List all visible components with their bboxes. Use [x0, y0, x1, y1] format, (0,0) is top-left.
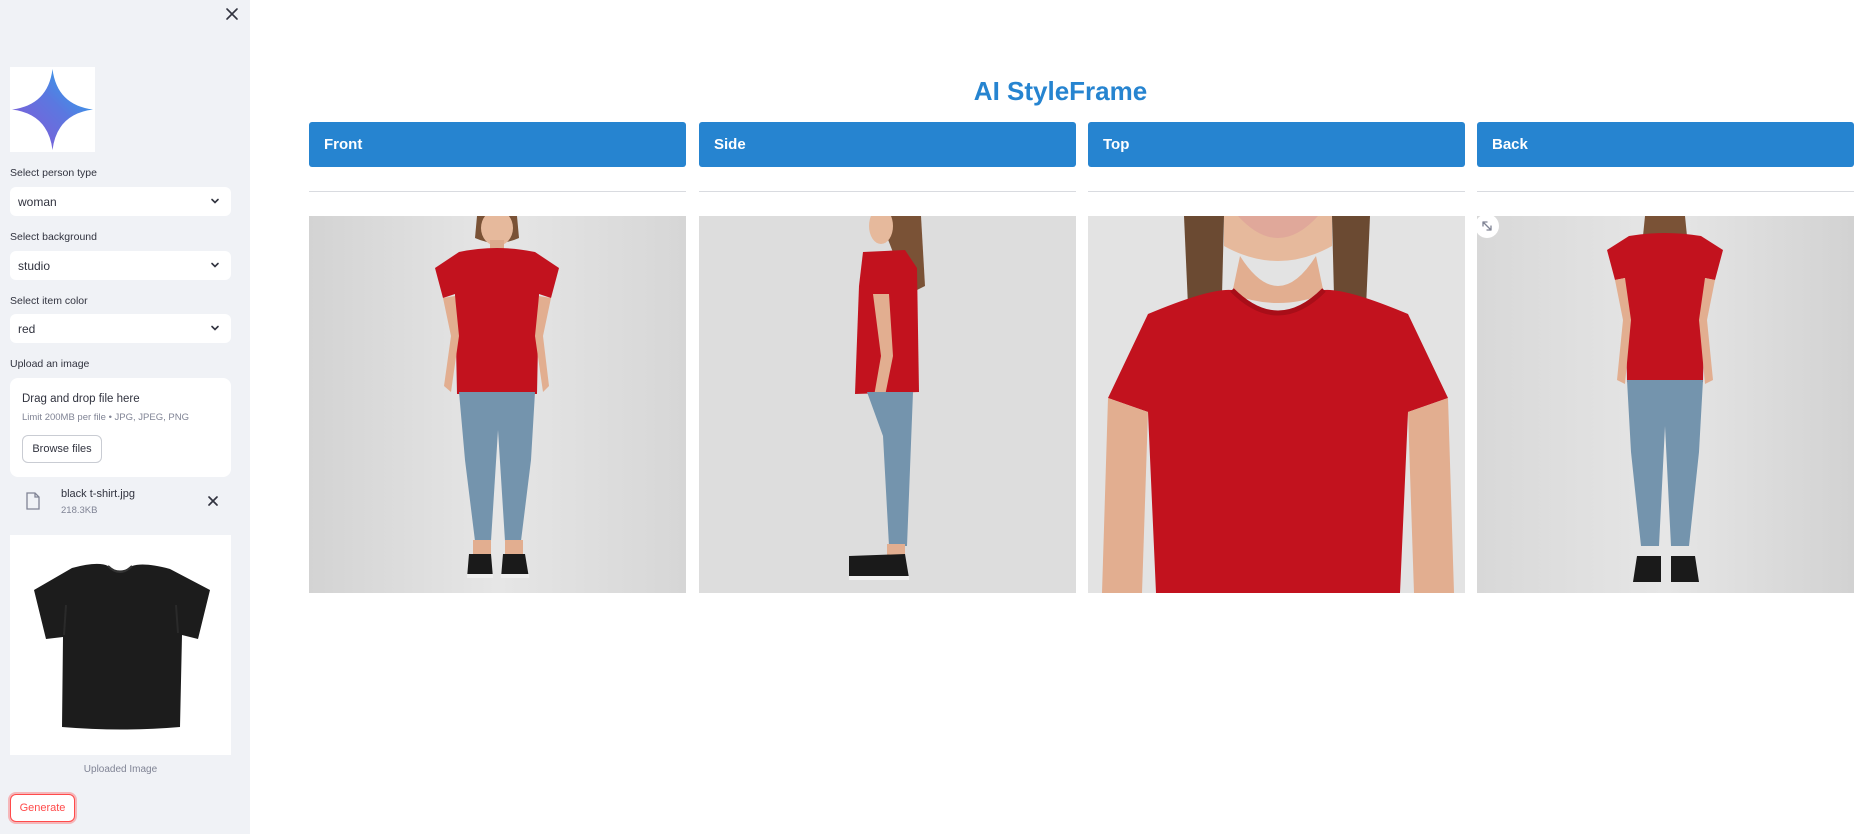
browse-files-button[interactable]: Browse files: [22, 435, 102, 463]
sidebar: Select person type woman Select backgrou…: [0, 0, 250, 834]
page-title: AI StyleFrame: [973, 76, 1148, 106]
black-tshirt-image: [34, 563, 210, 730]
close-icon[interactable]: [224, 6, 240, 22]
person-type-select[interactable]: woman: [10, 187, 231, 216]
view-header-top: Top: [1088, 122, 1465, 167]
divider: [1088, 191, 1465, 192]
view-label-side: Side: [714, 136, 746, 153]
divider: [699, 191, 1076, 192]
view-header-side: Side: [699, 122, 1076, 167]
file-name: black t-shirt.jpg: [61, 488, 135, 500]
person-type-label: Select person type: [10, 167, 97, 179]
chevron-down-icon: [211, 325, 219, 331]
uploaded-image-preview: [10, 535, 231, 755]
generate-button[interactable]: Generate: [10, 794, 75, 822]
chevron-down-icon: [211, 262, 219, 268]
view-header-back: Back: [1477, 122, 1854, 167]
view-label-front: Front: [324, 136, 363, 153]
top-view-image[interactable]: [1088, 216, 1465, 593]
uploaded-file-row: black t-shirt.jpg 218.3KB: [10, 484, 231, 520]
item-color-select[interactable]: red: [10, 314, 231, 343]
chevron-down-icon: [211, 198, 219, 204]
divider: [309, 191, 686, 192]
file-size: 218.3KB: [61, 505, 98, 516]
dropzone-hint: Limit 200MB per file • JPG, JPEG, PNG: [22, 412, 189, 423]
item-color-label: Select item color: [10, 295, 88, 307]
file-icon: [26, 492, 40, 510]
dropzone-title: Drag and drop file here: [22, 393, 140, 405]
file-dropzone[interactable]: Drag and drop file here Limit 200MB per …: [10, 378, 231, 477]
view-label-top: Top: [1103, 136, 1130, 153]
view-header-front: Front: [309, 122, 686, 167]
back-view-image[interactable]: [1477, 216, 1854, 593]
side-view-image[interactable]: [699, 216, 1076, 593]
view-label-back: Back: [1492, 136, 1528, 153]
person-type-value: woman: [18, 194, 57, 209]
sparkle-star-icon: [12, 69, 93, 150]
expand-icon: [1482, 221, 1492, 231]
front-view-image[interactable]: [309, 216, 686, 593]
background-label: Select background: [10, 231, 97, 243]
app-logo: [10, 67, 95, 152]
divider: [1477, 191, 1854, 192]
item-color-value: red: [18, 321, 36, 336]
expand-image-button[interactable]: [1475, 214, 1499, 238]
background-value: studio: [18, 258, 51, 273]
background-select[interactable]: studio: [10, 251, 231, 280]
upload-label: Upload an image: [10, 358, 90, 370]
preview-caption: Uploaded Image: [83, 764, 158, 775]
remove-file-icon[interactable]: [207, 495, 219, 507]
